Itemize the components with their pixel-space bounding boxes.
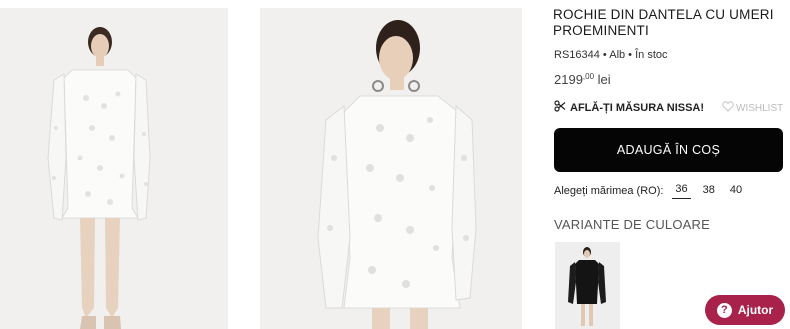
size-option-36[interactable]: 36 <box>672 183 691 199</box>
size-selector: Alegeți mărimea (RO): 36 38 40 <box>554 183 745 199</box>
product-photo-front[interactable] <box>0 8 228 329</box>
size-guide-label: AFLĂ-ȚI MĂSURA NISSA! <box>570 101 705 114</box>
price-currency: lei <box>597 72 611 87</box>
model-full-body-image <box>0 8 228 329</box>
color-variants-heading: VARIANTE DE CULOARE <box>554 217 710 232</box>
product-meta: RS16344 • Alb • În stoc <box>554 49 668 61</box>
product-photo-closeup[interactable] <box>260 8 522 329</box>
product-price: 2199,00 lei <box>554 72 611 87</box>
help-chat-button[interactable]: ? Ajutor <box>705 295 785 325</box>
heart-outline-icon <box>722 101 734 115</box>
wishlist-button[interactable]: WISHLIST <box>722 101 783 115</box>
help-label: Ajutor <box>737 303 774 317</box>
size-option-38[interactable]: 38 <box>700 184 718 199</box>
question-icon: ? <box>716 302 732 318</box>
size-guide-link[interactable]: AFLĂ-ȚI MĂSURA NISSA! <box>554 100 704 115</box>
color-variant-black[interactable] <box>555 242 620 329</box>
price-main: 2199 <box>554 72 583 87</box>
product-title: ROCHIE DIN DANTELA CU UMERI PROEMINENTI <box>553 7 774 38</box>
variant-thumbnail-image <box>555 242 620 329</box>
add-to-cart-button[interactable]: ADAUGĂ ÎN COȘ <box>554 128 783 172</box>
scissors-icon <box>554 100 566 115</box>
wishlist-label: WISHLIST <box>736 102 784 114</box>
price-cents: ,00 <box>582 72 595 81</box>
size-option-40[interactable]: 40 <box>727 184 745 199</box>
model-closeup-image <box>260 8 522 329</box>
size-label: Alegeți mărimea (RO): <box>554 185 664 197</box>
